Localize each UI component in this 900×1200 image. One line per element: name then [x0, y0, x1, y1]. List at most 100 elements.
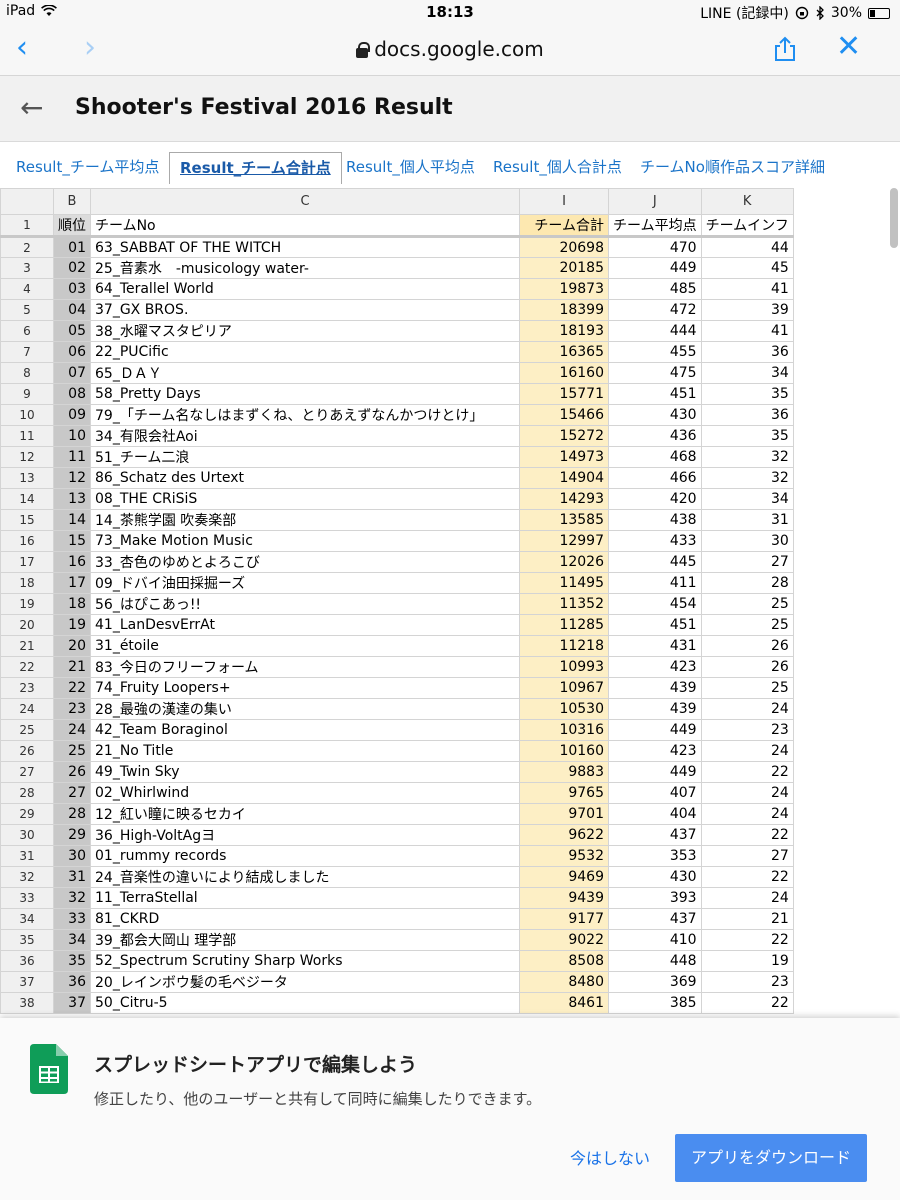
team-average-cell[interactable]: 437: [608, 824, 702, 846]
team-influence-cell[interactable]: 32: [700, 446, 794, 468]
team-total-cell[interactable]: 9469: [519, 866, 609, 888]
team-average-cell[interactable]: 470: [608, 236, 702, 258]
rank-cell[interactable]: 36: [53, 971, 91, 993]
team-average-cell[interactable]: 444: [608, 320, 702, 342]
team-total-cell[interactable]: 14973: [519, 446, 609, 468]
row-number[interactable]: 38: [0, 992, 54, 1014]
team-average-cell[interactable]: 485: [608, 278, 702, 300]
row-number[interactable]: 14: [0, 488, 54, 510]
team-cell[interactable]: 37_GX BROS.: [90, 299, 520, 321]
row-number[interactable]: 20: [0, 614, 54, 636]
row-number[interactable]: 1: [0, 214, 54, 238]
row-number[interactable]: 25: [0, 719, 54, 741]
team-total-cell[interactable]: 12997: [519, 530, 609, 552]
team-total-cell[interactable]: 10530: [519, 698, 609, 720]
rank-cell[interactable]: 08: [53, 383, 91, 405]
team-average-cell[interactable]: 437: [608, 908, 702, 930]
team-average-cell[interactable]: 466: [608, 467, 702, 489]
team-influence-cell[interactable]: 23: [700, 719, 794, 741]
row-number[interactable]: 35: [0, 929, 54, 951]
team-total-cell[interactable]: 9701: [519, 803, 609, 825]
team-influence-cell[interactable]: 24: [700, 698, 794, 720]
team-cell[interactable]: 81_CKRD: [90, 908, 520, 930]
team-average-cell[interactable]: 449: [608, 719, 702, 741]
team-influence-cell[interactable]: 22: [700, 992, 794, 1014]
team-cell[interactable]: 12_紅い瞳に映るセカイ: [90, 803, 520, 825]
team-total-cell[interactable]: 18193: [519, 320, 609, 342]
rank-cell[interactable]: 25: [53, 740, 91, 762]
rank-cell[interactable]: 07: [53, 362, 91, 384]
column-header-b[interactable]: B: [53, 188, 91, 215]
tab-individual-average[interactable]: Result_個人平均点: [336, 152, 485, 184]
team-average-cell[interactable]: 445: [608, 551, 702, 573]
team-total-cell[interactable]: 12026: [519, 551, 609, 573]
row-number[interactable]: 30: [0, 824, 54, 846]
team-average-cell[interactable]: 436: [608, 425, 702, 447]
rank-cell[interactable]: 12: [53, 467, 91, 489]
team-cell[interactable]: 20_レインボウ髪の毛ベジータ: [90, 971, 520, 993]
team-influence-cell[interactable]: 41: [700, 278, 794, 300]
team-total-cell[interactable]: 15466: [519, 404, 609, 426]
column-header-c[interactable]: C: [90, 188, 520, 215]
row-number[interactable]: 10: [0, 404, 54, 426]
row-number[interactable]: 4: [0, 278, 54, 300]
row-number[interactable]: 34: [0, 908, 54, 930]
rank-cell[interactable]: 16: [53, 551, 91, 573]
team-influence-cell[interactable]: 22: [700, 866, 794, 888]
row-number[interactable]: 33: [0, 887, 54, 909]
rank-cell[interactable]: 19: [53, 614, 91, 636]
team-cell[interactable]: 36_High-VoltAgヨ: [90, 824, 520, 846]
team-influence-cell[interactable]: 27: [700, 551, 794, 573]
row-number[interactable]: 22: [0, 656, 54, 678]
team-cell[interactable]: 08_THE CRiSiS: [90, 488, 520, 510]
header-average[interactable]: チーム平均点: [608, 214, 702, 238]
team-total-cell[interactable]: 16365: [519, 341, 609, 363]
team-average-cell[interactable]: 472: [608, 299, 702, 321]
rank-cell[interactable]: 14: [53, 509, 91, 531]
team-cell[interactable]: 11_TerraStellal: [90, 887, 520, 909]
team-cell[interactable]: 79_「チーム名なしはまずくね、とりあえずなんかつけとけ」: [90, 404, 520, 426]
row-number[interactable]: 9: [0, 383, 54, 405]
team-average-cell[interactable]: 431: [608, 635, 702, 657]
team-cell[interactable]: 49_Twin Sky: [90, 761, 520, 783]
header-rank[interactable]: 順位: [53, 214, 91, 238]
team-cell[interactable]: 56_はぴこあっ!!: [90, 593, 520, 615]
team-average-cell[interactable]: 433: [608, 530, 702, 552]
rank-cell[interactable]: 34: [53, 929, 91, 951]
team-average-cell[interactable]: 468: [608, 446, 702, 468]
rank-cell[interactable]: 20: [53, 635, 91, 657]
team-total-cell[interactable]: 11285: [519, 614, 609, 636]
team-total-cell[interactable]: 8480: [519, 971, 609, 993]
team-cell[interactable]: 51_チーム二浪: [90, 446, 520, 468]
team-influence-cell[interactable]: 39: [700, 299, 794, 321]
rank-cell[interactable]: 24: [53, 719, 91, 741]
team-total-cell[interactable]: 9883: [519, 761, 609, 783]
row-number[interactable]: 16: [0, 530, 54, 552]
rank-cell[interactable]: 23: [53, 698, 91, 720]
header-total[interactable]: チーム合計: [519, 214, 609, 238]
team-average-cell[interactable]: 430: [608, 404, 702, 426]
row-number[interactable]: 29: [0, 803, 54, 825]
row-number[interactable]: 13: [0, 467, 54, 489]
close-icon[interactable]: ✕: [836, 30, 861, 64]
team-cell[interactable]: 39_都会大岡山 理学部: [90, 929, 520, 951]
team-total-cell[interactable]: 8461: [519, 992, 609, 1014]
team-total-cell[interactable]: 13585: [519, 509, 609, 531]
team-total-cell[interactable]: 10160: [519, 740, 609, 762]
team-cell[interactable]: 83_今日のフリーフォーム: [90, 656, 520, 678]
team-influence-cell[interactable]: 36: [700, 404, 794, 426]
team-cell[interactable]: 01_rummy records: [90, 845, 520, 867]
team-influence-cell[interactable]: 36: [700, 341, 794, 363]
column-header-i[interactable]: I: [519, 188, 609, 215]
tab-score-details[interactable]: チームNo順作品スコア詳細: [630, 152, 835, 184]
team-influence-cell[interactable]: 30: [700, 530, 794, 552]
row-number[interactable]: 17: [0, 551, 54, 573]
team-influence-cell[interactable]: 24: [700, 740, 794, 762]
tab-individual-total[interactable]: Result_個人合計点: [483, 152, 632, 184]
team-cell[interactable]: 58_Pretty Days: [90, 383, 520, 405]
team-influence-cell[interactable]: 26: [700, 656, 794, 678]
team-influence-cell[interactable]: 22: [700, 761, 794, 783]
team-total-cell[interactable]: 19873: [519, 278, 609, 300]
team-influence-cell[interactable]: 27: [700, 845, 794, 867]
team-cell[interactable]: 63_SABBAT OF THE WITCH: [90, 236, 520, 258]
